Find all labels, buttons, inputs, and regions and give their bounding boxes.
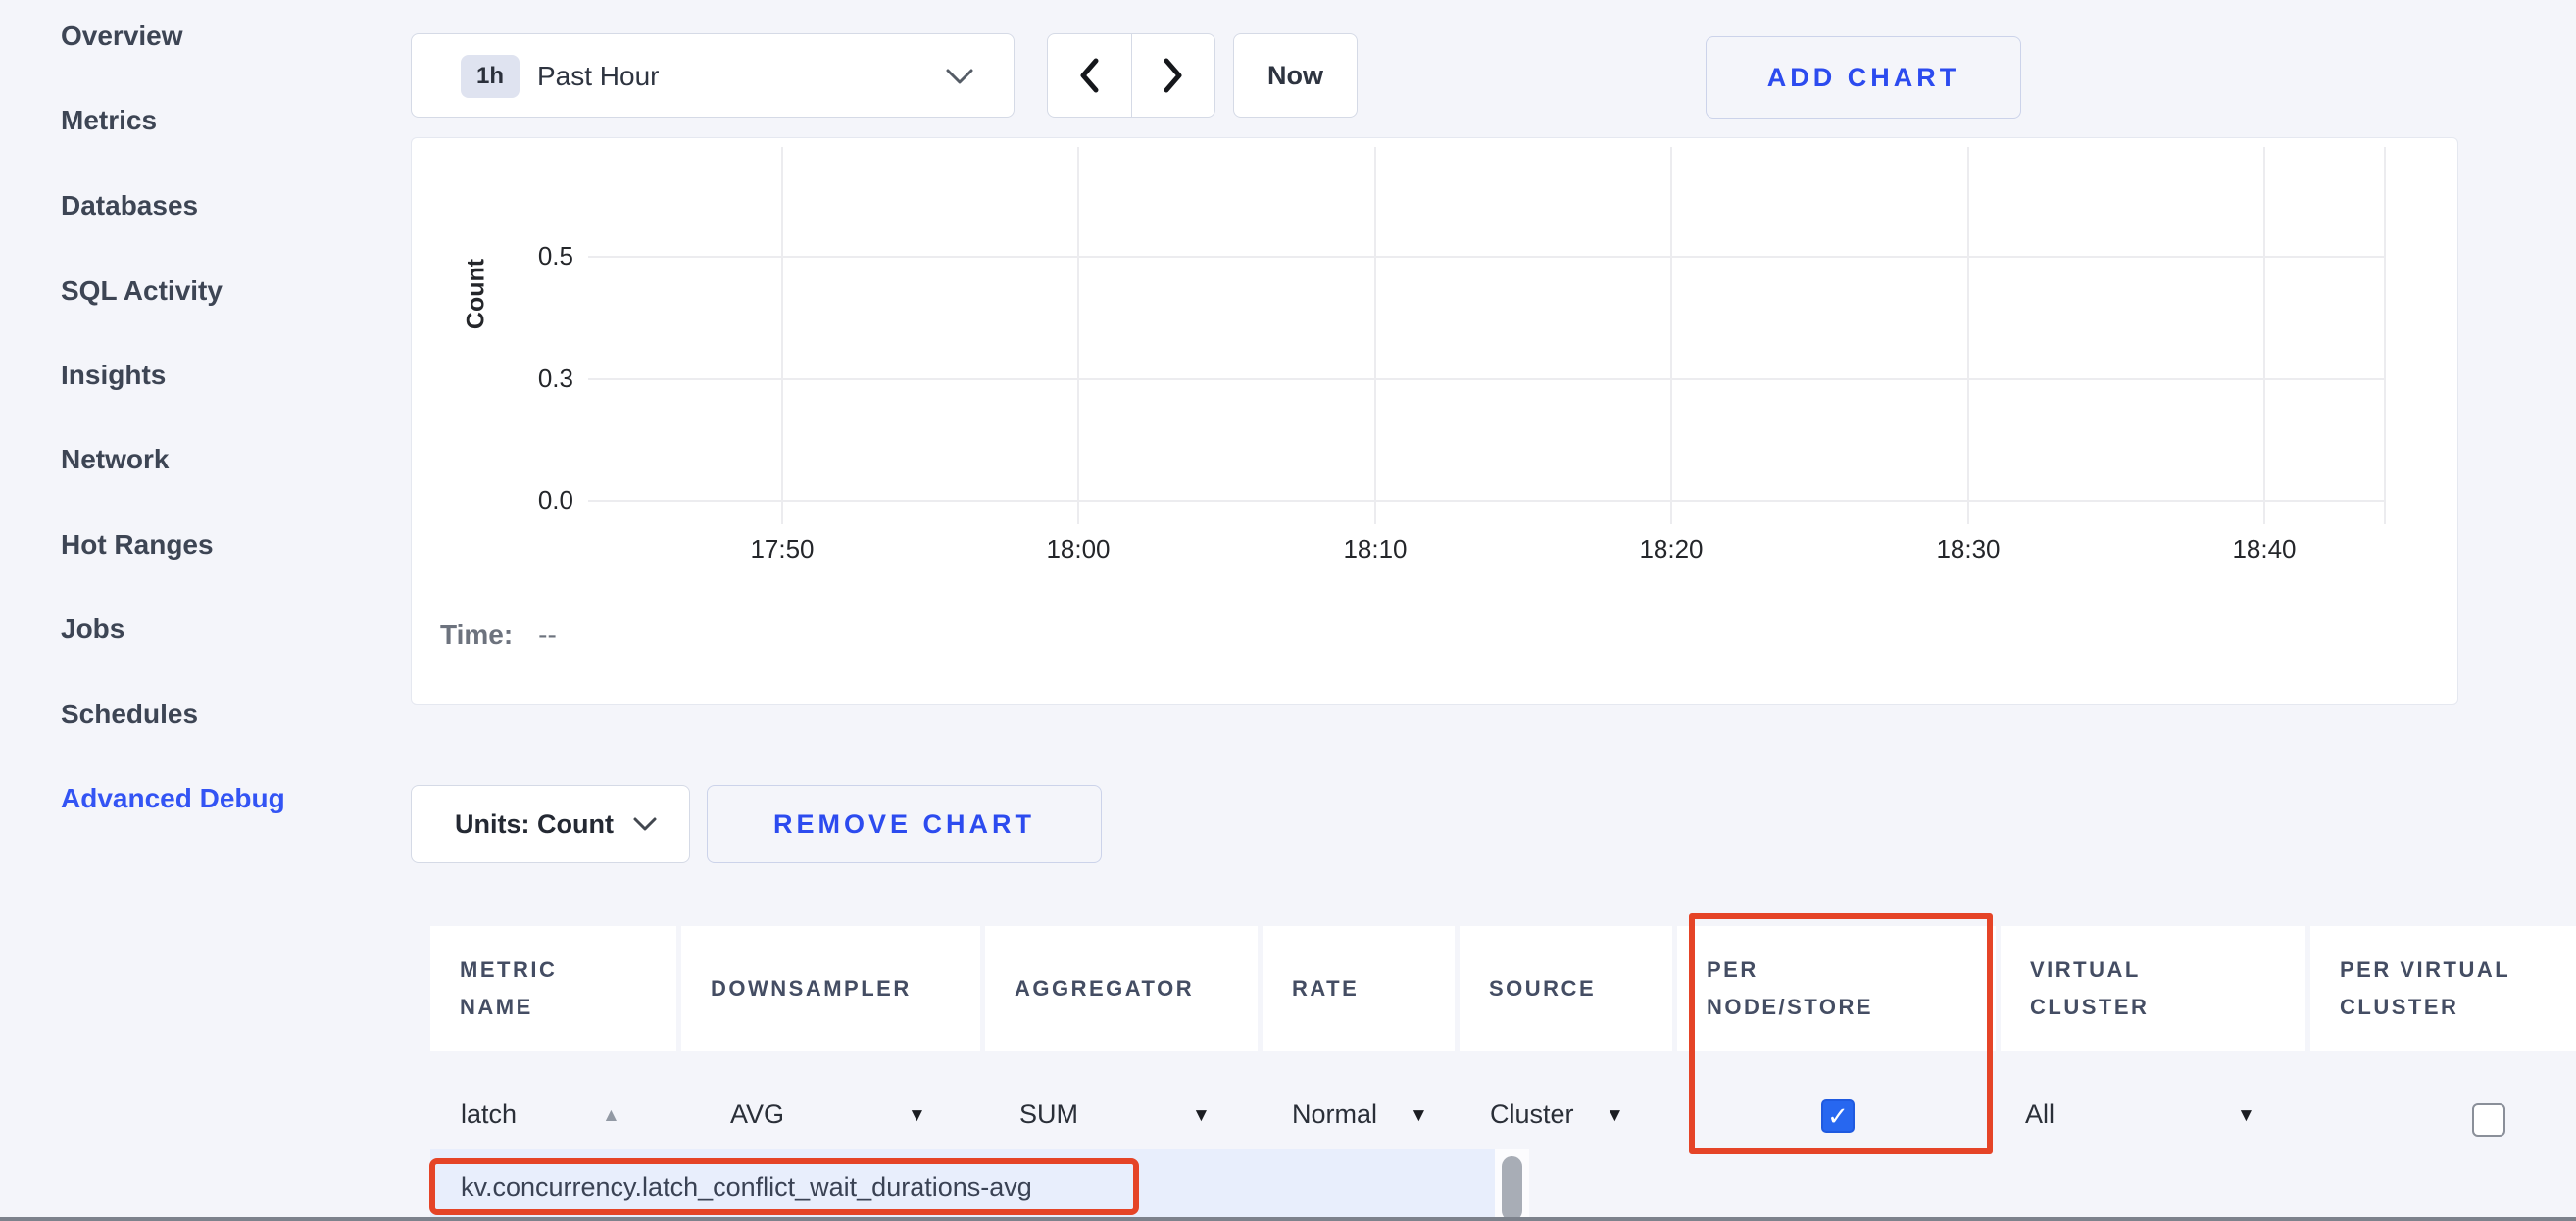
- x-axis-tick: 18:10: [1316, 534, 1434, 564]
- sidebar-item-advanced-debug[interactable]: Advanced Debug: [61, 779, 285, 818]
- sidebar-item-insights[interactable]: Insights: [61, 356, 166, 395]
- autocomplete-suggestion[interactable]: kv.concurrency.latch_conflict_wait_durat…: [461, 1172, 1032, 1202]
- y-axis-tick: 0.0: [456, 485, 573, 515]
- per-virtual-cluster-checkbox[interactable]: ✓: [2472, 1103, 2505, 1137]
- time-range-label: Past Hour: [537, 34, 660, 119]
- caret-down-icon[interactable]: ▼: [1192, 1105, 1211, 1127]
- sidebar-item-schedules[interactable]: Schedules: [61, 695, 198, 734]
- gridline: [588, 500, 2385, 502]
- caret-down-icon[interactable]: ▼: [1606, 1105, 1624, 1127]
- hover-time-readout: Time: --: [440, 619, 557, 651]
- sidebar-item-overview[interactable]: Overview: [61, 17, 183, 56]
- chevron-down-icon: [945, 68, 974, 85]
- virtual-cluster-select[interactable]: All: [2025, 1099, 2055, 1130]
- caret-down-icon[interactable]: ▼: [2237, 1105, 2255, 1127]
- time-step-button-group: [1047, 33, 1215, 118]
- units-dropdown[interactable]: Units: Count: [411, 785, 690, 863]
- dropdown-scrollbar-thumb[interactable]: [1502, 1156, 1522, 1221]
- check-icon: ✓: [1823, 1101, 1853, 1131]
- caret-up-icon[interactable]: ▲: [602, 1105, 620, 1127]
- gridline: [1967, 147, 1969, 524]
- hover-time-value: --: [538, 619, 557, 650]
- aggregator-select[interactable]: SUM: [1019, 1099, 1078, 1130]
- time-range-badge: 1h: [461, 55, 520, 98]
- gridline: [781, 147, 783, 524]
- x-axis-tick: 18:00: [1019, 534, 1137, 564]
- downsampler-select[interactable]: AVG: [730, 1099, 784, 1130]
- metric-name-input[interactable]: latch: [461, 1099, 517, 1130]
- units-dropdown-label: Units: Count: [455, 786, 614, 862]
- time-range-selector[interactable]: 1h Past Hour: [411, 33, 1015, 118]
- sidebar-item-jobs[interactable]: Jobs: [61, 610, 124, 649]
- chevron-right-icon: [1163, 58, 1184, 93]
- sidebar-item-metrics[interactable]: Metrics: [61, 101, 157, 140]
- gridline: [2384, 147, 2386, 524]
- chevron-left-icon: [1078, 58, 1100, 93]
- caret-down-icon[interactable]: ▼: [908, 1105, 926, 1127]
- sidebar-item-databases[interactable]: Databases: [61, 186, 198, 225]
- sidebar-item-sql-activity[interactable]: SQL Activity: [61, 271, 223, 311]
- column-header-aggregator: AGGREGATOR: [985, 926, 1258, 1051]
- advanced-debug-custom-chart-page: Overview Metrics Databases SQL Activity …: [0, 0, 2576, 1221]
- hover-time-label: Time:: [440, 619, 513, 650]
- prev-time-button[interactable]: [1048, 34, 1132, 117]
- gridline: [1374, 147, 1376, 524]
- chevron-down-icon: [632, 816, 658, 832]
- x-axis-tick: 18:30: [1909, 534, 2027, 564]
- chart-card: [411, 137, 2458, 705]
- column-header-rate: RATE: [1263, 926, 1455, 1051]
- x-axis-tick: 18:20: [1612, 534, 1730, 564]
- gridline: [588, 378, 2385, 380]
- sidebar-item-network[interactable]: Network: [61, 440, 169, 479]
- column-header-virtual-cluster: VIRTUAL CLUSTER: [2001, 926, 2305, 1051]
- now-button[interactable]: Now: [1233, 33, 1358, 118]
- window-bottom-edge: [0, 1217, 2576, 1221]
- sidebar-item-hot-ranges[interactable]: Hot Ranges: [61, 525, 214, 564]
- gridline: [1670, 147, 1672, 524]
- remove-chart-button[interactable]: REMOVE CHART: [707, 785, 1102, 863]
- rate-select[interactable]: Normal: [1292, 1099, 1377, 1130]
- source-select[interactable]: Cluster: [1490, 1099, 1574, 1130]
- x-axis-tick: 18:40: [2205, 534, 2323, 564]
- add-chart-button[interactable]: ADD CHART: [1706, 36, 2021, 119]
- x-axis-tick: 17:50: [723, 534, 841, 564]
- column-header-source: SOURCE: [1460, 926, 1672, 1051]
- gridline: [1077, 147, 1079, 524]
- y-axis-tick: 0.5: [456, 241, 573, 271]
- caret-down-icon[interactable]: ▼: [1410, 1105, 1428, 1127]
- column-header-per-node-store: PER NODE/STORE: [1677, 926, 1996, 1051]
- column-header-downsampler: DOWNSAMPLER: [681, 926, 980, 1051]
- next-time-button[interactable]: [1132, 34, 1215, 117]
- gridline: [588, 256, 2385, 258]
- column-header-metric-name: METRIC NAME: [430, 926, 676, 1051]
- y-axis-tick: 0.3: [456, 364, 573, 394]
- gridline: [2263, 147, 2265, 524]
- per-node-store-checkbox[interactable]: ✓: [1821, 1099, 1855, 1133]
- column-header-per-virtual-cluster: PER VIRTUAL CLUSTER: [2310, 926, 2576, 1051]
